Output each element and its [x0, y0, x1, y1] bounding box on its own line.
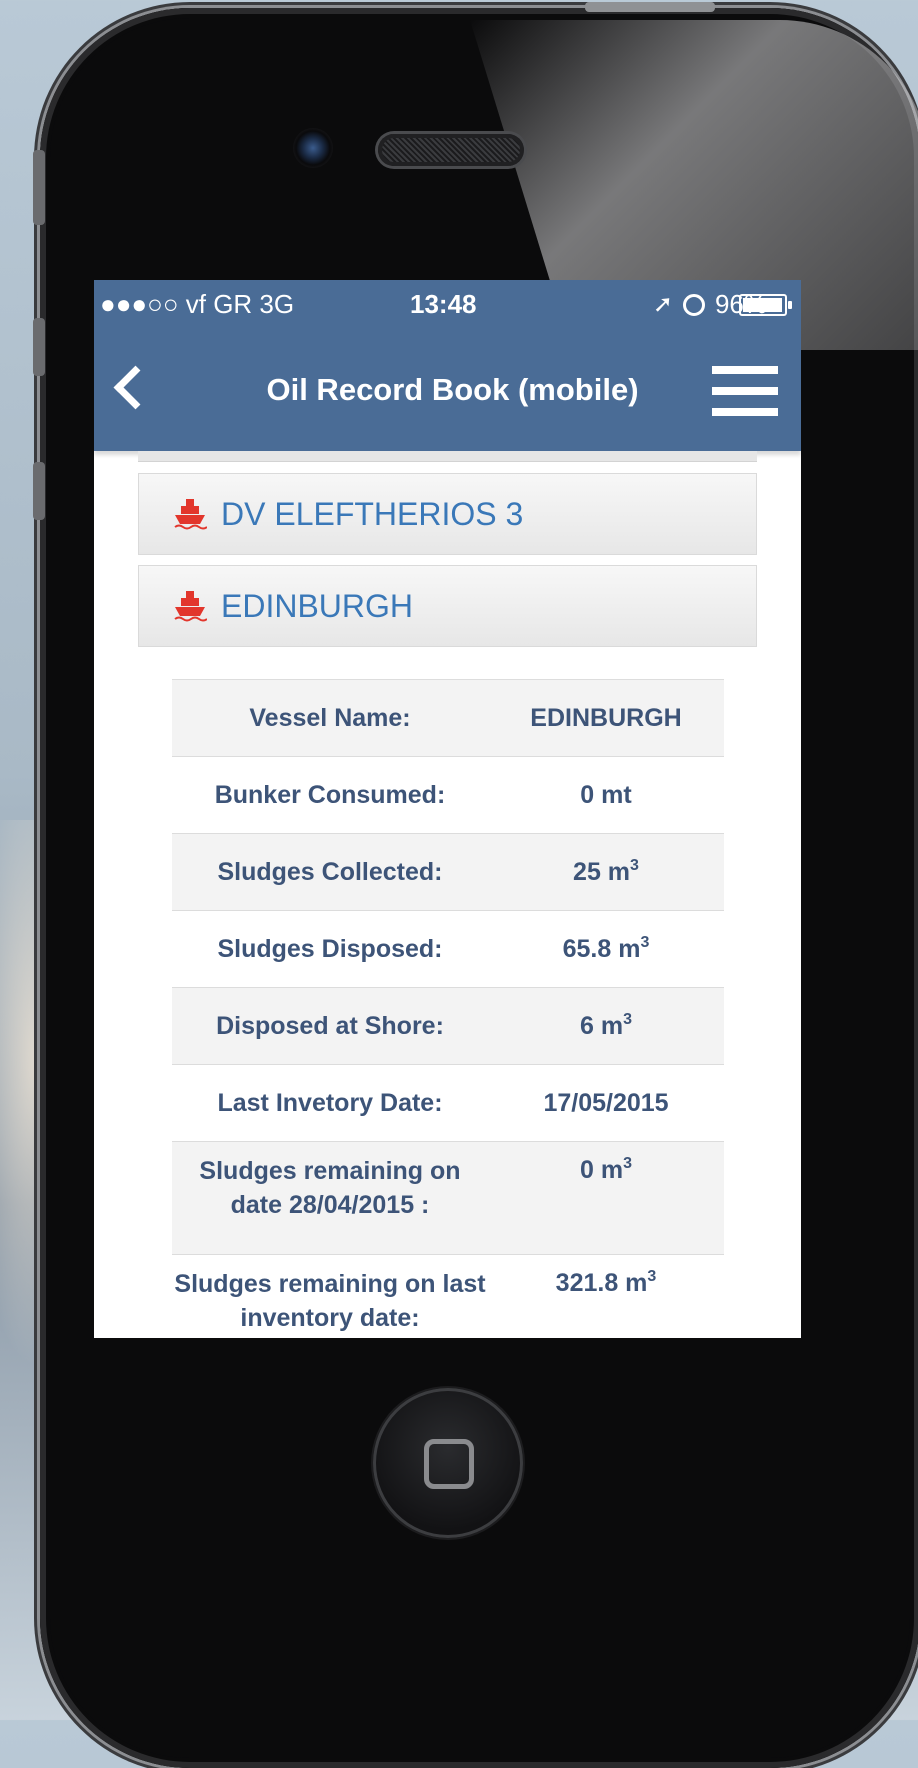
ship-icon	[174, 499, 207, 530]
volume-up-button	[33, 318, 45, 376]
battery-icon	[739, 294, 792, 316]
row-value: 0 m3	[580, 1155, 632, 1185]
vessel-item-edinburgh[interactable]: EDINBURGH	[138, 565, 757, 647]
row-label: Sludges Collected:	[217, 858, 443, 886]
row-label: Bunker Consumed:	[214, 781, 446, 809]
power-button	[585, 2, 715, 12]
page-title: Oil Record Book (mobile)	[266, 372, 639, 407]
table-row: Sludges Disposed: 65.8 m3	[172, 911, 724, 988]
table-row: Sludges remaining on date 28/04/2015 : 0…	[172, 1142, 724, 1255]
table-row: Vessel Name: EDINBURGH	[172, 680, 724, 757]
table-row: Sludges Collected: 25 m3	[172, 834, 724, 911]
home-button[interactable]	[373, 1388, 523, 1538]
location-arrow-icon: ➚	[652, 291, 673, 318]
vessel-list: DV ELEFTHERIOS 3 EDINBURGH Vessel Name: …	[138, 451, 757, 1338]
table-row: Disposed at Shore: 6 m3	[172, 988, 724, 1065]
earpiece-speaker	[378, 134, 524, 166]
previous-item-edge	[138, 451, 757, 462]
carrier-signal: ●●●○○ vf GR 3G	[100, 289, 295, 319]
row-label: Sludges Disposed:	[217, 935, 443, 963]
nav-bar: Oil Record Book (mobile)	[94, 328, 801, 451]
vessel-name: EDINBURGH	[221, 587, 414, 624]
volume-down-button	[33, 462, 45, 520]
app-screen: ●●●○○ vf GR 3G 13:48 ➚ 96% Oil Record Bo…	[94, 280, 801, 1338]
row-label: Sludges remaining on date 28/04/2015 :	[199, 1157, 461, 1219]
row-value: 65.8 m3	[562, 933, 650, 963]
mute-switch	[33, 150, 45, 225]
table-row: Last Invetory Date: 17/05/2015	[172, 1065, 724, 1142]
home-square-icon	[424, 1439, 474, 1489]
row-value: EDINBURGH	[530, 703, 682, 732]
hamburger-menu-icon[interactable]	[712, 366, 778, 416]
front-camera	[293, 128, 333, 168]
row-value: 0 mt	[580, 780, 632, 809]
row-label: Vessel Name:	[249, 704, 411, 732]
vessel-details-table: Vessel Name: EDINBURGH Bunker Consumed: …	[172, 679, 724, 1338]
table-row: Sludges remaining on last inventory date…	[172, 1255, 724, 1338]
row-label: Disposed at Shore:	[216, 1012, 444, 1040]
vessel-item-dv-eleftherios[interactable]: DV ELEFTHERIOS 3	[138, 473, 757, 555]
table-row: Bunker Consumed: 0 mt	[172, 757, 724, 834]
row-value: 6 m3	[580, 1010, 632, 1040]
vessel-name: DV ELEFTHERIOS 3	[221, 495, 524, 532]
clock: 13:48	[410, 289, 477, 319]
row-value: 25 m3	[573, 856, 639, 886]
ship-icon	[174, 591, 207, 622]
row-value: 17/05/2015	[543, 1088, 669, 1117]
row-label: Last Invetory Date:	[217, 1089, 443, 1117]
alarm-icon	[682, 293, 705, 316]
row-value: 321.8 m3	[555, 1268, 657, 1298]
status-bar: ●●●○○ vf GR 3G 13:48 ➚ 96%	[94, 280, 801, 328]
row-label: Sludges remaining on last inventory date…	[174, 1270, 486, 1332]
